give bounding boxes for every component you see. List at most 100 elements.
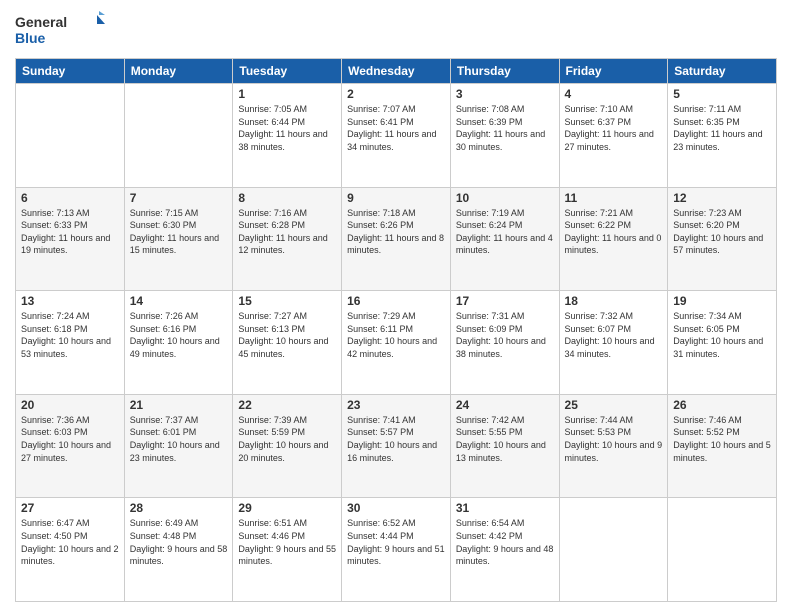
- calendar-cell: 16 Sunrise: 7:29 AMSunset: 6:11 PMDayligh…: [342, 291, 451, 395]
- day-info: Sunrise: 7:34 AMSunset: 6:05 PMDaylight:…: [673, 310, 771, 360]
- calendar-cell: 3Sunrise: 7:08 AMSunset: 6:39 PMDaylight…: [450, 84, 559, 188]
- day-number: 6: [21, 191, 119, 205]
- calendar-cell: 23 Sunrise: 7:41 AMSunset: 5:57 PMDayligh…: [342, 394, 451, 498]
- calendar-cell: 13 Sunrise: 7:24 AMSunset: 6:18 PMDayligh…: [16, 291, 125, 395]
- calendar-cell: 12 Sunrise: 7:23 AMSunset: 6:20 PMDayligh…: [668, 187, 777, 291]
- calendar-cell: 30 Sunrise: 6:52 AMSunset: 4:44 PMDayligh…: [342, 498, 451, 602]
- calendar-cell: 15Sunrise: 7:27 AMSunset: 6:13 PMDayligh…: [233, 291, 342, 395]
- day-info: Sunrise: 7:10 AMSunset: 6:37 PMDaylight:…: [565, 103, 663, 153]
- day-number: 2: [347, 87, 445, 101]
- calendar-cell: 11 Sunrise: 7:21 AMSunset: 6:22 PMDayligh…: [559, 187, 668, 291]
- calendar-page: General Blue SundayMondayTuesdayWednesda…: [0, 0, 792, 612]
- calendar-cell: 21 Sunrise: 7:37 AMSunset: 6:01 PMDayligh…: [124, 394, 233, 498]
- calendar-cell: 1 Sunrise: 7:05 AMSunset: 6:44 PMDaylight…: [233, 84, 342, 188]
- svg-text:Blue: Blue: [15, 30, 46, 46]
- day-number: 17: [456, 294, 554, 308]
- logo: General Blue: [15, 10, 105, 50]
- calendar-cell: 29 Sunrise: 6:51 AMSunset: 4:46 PMDayligh…: [233, 498, 342, 602]
- day-info: Sunrise: 7:46 AMSunset: 5:52 PMDaylight:…: [673, 414, 771, 464]
- day-number: 31: [456, 501, 554, 515]
- day-info: Sunrise: 7:37 AMSunset: 6:01 PMDaylight:…: [130, 414, 228, 464]
- day-number: 16: [347, 294, 445, 308]
- day-info: Sunrise: 6:52 AMSunset: 4:44 PMDaylight:…: [347, 517, 445, 567]
- day-info: Sunrise: 7:39 AMSunset: 5:59 PMDaylight:…: [238, 414, 336, 464]
- day-info: Sunrise: 7:41 AMSunset: 5:57 PMDaylight:…: [347, 414, 445, 464]
- calendar-week-3: 13 Sunrise: 7:24 AMSunset: 6:18 PMDayligh…: [16, 291, 777, 395]
- day-number: 5: [673, 87, 771, 101]
- day-info: Sunrise: 7:42 AMSunset: 5:55 PMDaylight:…: [456, 414, 554, 464]
- day-info: Sunrise: 7:24 AMSunset: 6:18 PMDaylight:…: [21, 310, 119, 360]
- day-number: 19: [673, 294, 771, 308]
- day-number: 15: [238, 294, 336, 308]
- day-number: 21: [130, 398, 228, 412]
- calendar-header-friday: Friday: [559, 59, 668, 84]
- day-info: Sunrise: 7:13 AMSunset: 6:33 PMDaylight:…: [21, 207, 119, 257]
- calendar-cell: 8 Sunrise: 7:16 AMSunset: 6:28 PMDaylight…: [233, 187, 342, 291]
- day-number: 20: [21, 398, 119, 412]
- calendar-cell: 25 Sunrise: 7:44 AMSunset: 5:53 PMDayligh…: [559, 394, 668, 498]
- day-number: 1: [238, 87, 336, 101]
- day-info: Sunrise: 7:29 AMSunset: 6:11 PMDaylight:…: [347, 310, 445, 360]
- calendar-cell: 4Sunrise: 7:10 AMSunset: 6:37 PMDaylight…: [559, 84, 668, 188]
- day-number: 24: [456, 398, 554, 412]
- day-info: Sunrise: 7:44 AMSunset: 5:53 PMDaylight:…: [565, 414, 663, 464]
- day-info: Sunrise: 7:16 AMSunset: 6:28 PMDaylight:…: [238, 207, 336, 257]
- calendar-cell: 27 Sunrise: 6:47 AMSunset: 4:50 PMDayligh…: [16, 498, 125, 602]
- calendar-cell: [559, 498, 668, 602]
- calendar-cell: 28 Sunrise: 6:49 AMSunset: 4:48 PMDayligh…: [124, 498, 233, 602]
- day-number: 22: [238, 398, 336, 412]
- calendar-header-saturday: Saturday: [668, 59, 777, 84]
- calendar-cell: [124, 84, 233, 188]
- day-number: 9: [347, 191, 445, 205]
- day-number: 11: [565, 191, 663, 205]
- day-info: Sunrise: 7:15 AMSunset: 6:30 PMDaylight:…: [130, 207, 228, 257]
- day-info: Sunrise: 7:21 AMSunset: 6:22 PMDaylight:…: [565, 207, 663, 257]
- day-number: 26: [673, 398, 771, 412]
- day-number: 3: [456, 87, 554, 101]
- day-info: Sunrise: 7:23 AMSunset: 6:20 PMDaylight:…: [673, 207, 771, 257]
- day-number: 12: [673, 191, 771, 205]
- calendar-header-row: SundayMondayTuesdayWednesdayThursdayFrid…: [16, 59, 777, 84]
- svg-text:General: General: [15, 14, 67, 30]
- calendar-cell: 6 Sunrise: 7:13 AMSunset: 6:33 PMDaylight…: [16, 187, 125, 291]
- day-info: Sunrise: 6:47 AMSunset: 4:50 PMDaylight:…: [21, 517, 119, 567]
- day-info: Sunrise: 7:32 AMSunset: 6:07 PMDaylight:…: [565, 310, 663, 360]
- logo-svg: General Blue: [15, 10, 105, 50]
- calendar-header-thursday: Thursday: [450, 59, 559, 84]
- calendar-cell: 26 Sunrise: 7:46 AMSunset: 5:52 PMDayligh…: [668, 394, 777, 498]
- day-info: Sunrise: 7:31 AMSunset: 6:09 PMDaylight:…: [456, 310, 554, 360]
- day-info: Sunrise: 6:54 AMSunset: 4:42 PMDaylight:…: [456, 517, 554, 567]
- day-number: 10: [456, 191, 554, 205]
- calendar-cell: 19 Sunrise: 7:34 AMSunset: 6:05 PMDayligh…: [668, 291, 777, 395]
- calendar-cell: 2Sunrise: 7:07 AMSunset: 6:41 PMDaylight…: [342, 84, 451, 188]
- header: General Blue: [15, 10, 777, 50]
- day-info: Sunrise: 7:18 AMSunset: 6:26 PMDaylight:…: [347, 207, 445, 257]
- calendar-cell: 9 Sunrise: 7:18 AMSunset: 6:26 PMDaylight…: [342, 187, 451, 291]
- calendar-header-tuesday: Tuesday: [233, 59, 342, 84]
- day-number: 29: [238, 501, 336, 515]
- day-info: Sunrise: 6:49 AMSunset: 4:48 PMDaylight:…: [130, 517, 228, 567]
- calendar-header-sunday: Sunday: [16, 59, 125, 84]
- calendar-cell: 17 Sunrise: 7:31 AMSunset: 6:09 PMDayligh…: [450, 291, 559, 395]
- day-number: 8: [238, 191, 336, 205]
- day-info: Sunrise: 6:51 AMSunset: 4:46 PMDaylight:…: [238, 517, 336, 567]
- day-number: 13: [21, 294, 119, 308]
- calendar-cell: 31 Sunrise: 6:54 AMSunset: 4:42 PMDayligh…: [450, 498, 559, 602]
- calendar-cell: 14Sunrise: 7:26 AMSunset: 6:16 PMDayligh…: [124, 291, 233, 395]
- day-number: 23: [347, 398, 445, 412]
- calendar-cell: 10Sunrise: 7:19 AMSunset: 6:24 PMDayligh…: [450, 187, 559, 291]
- calendar-cell: 5 Sunrise: 7:11 AMSunset: 6:35 PMDaylight…: [668, 84, 777, 188]
- calendar-cell: [668, 498, 777, 602]
- day-number: 25: [565, 398, 663, 412]
- day-info: Sunrise: 7:05 AMSunset: 6:44 PMDaylight:…: [238, 103, 336, 153]
- calendar-header-wednesday: Wednesday: [342, 59, 451, 84]
- day-number: 27: [21, 501, 119, 515]
- day-number: 28: [130, 501, 228, 515]
- day-number: 14: [130, 294, 228, 308]
- day-info: Sunrise: 7:11 AMSunset: 6:35 PMDaylight:…: [673, 103, 771, 153]
- day-number: 30: [347, 501, 445, 515]
- calendar-cell: 18 Sunrise: 7:32 AMSunset: 6:07 PMDayligh…: [559, 291, 668, 395]
- calendar-week-4: 20Sunrise: 7:36 AMSunset: 6:03 PMDayligh…: [16, 394, 777, 498]
- day-number: 18: [565, 294, 663, 308]
- calendar-cell: [16, 84, 125, 188]
